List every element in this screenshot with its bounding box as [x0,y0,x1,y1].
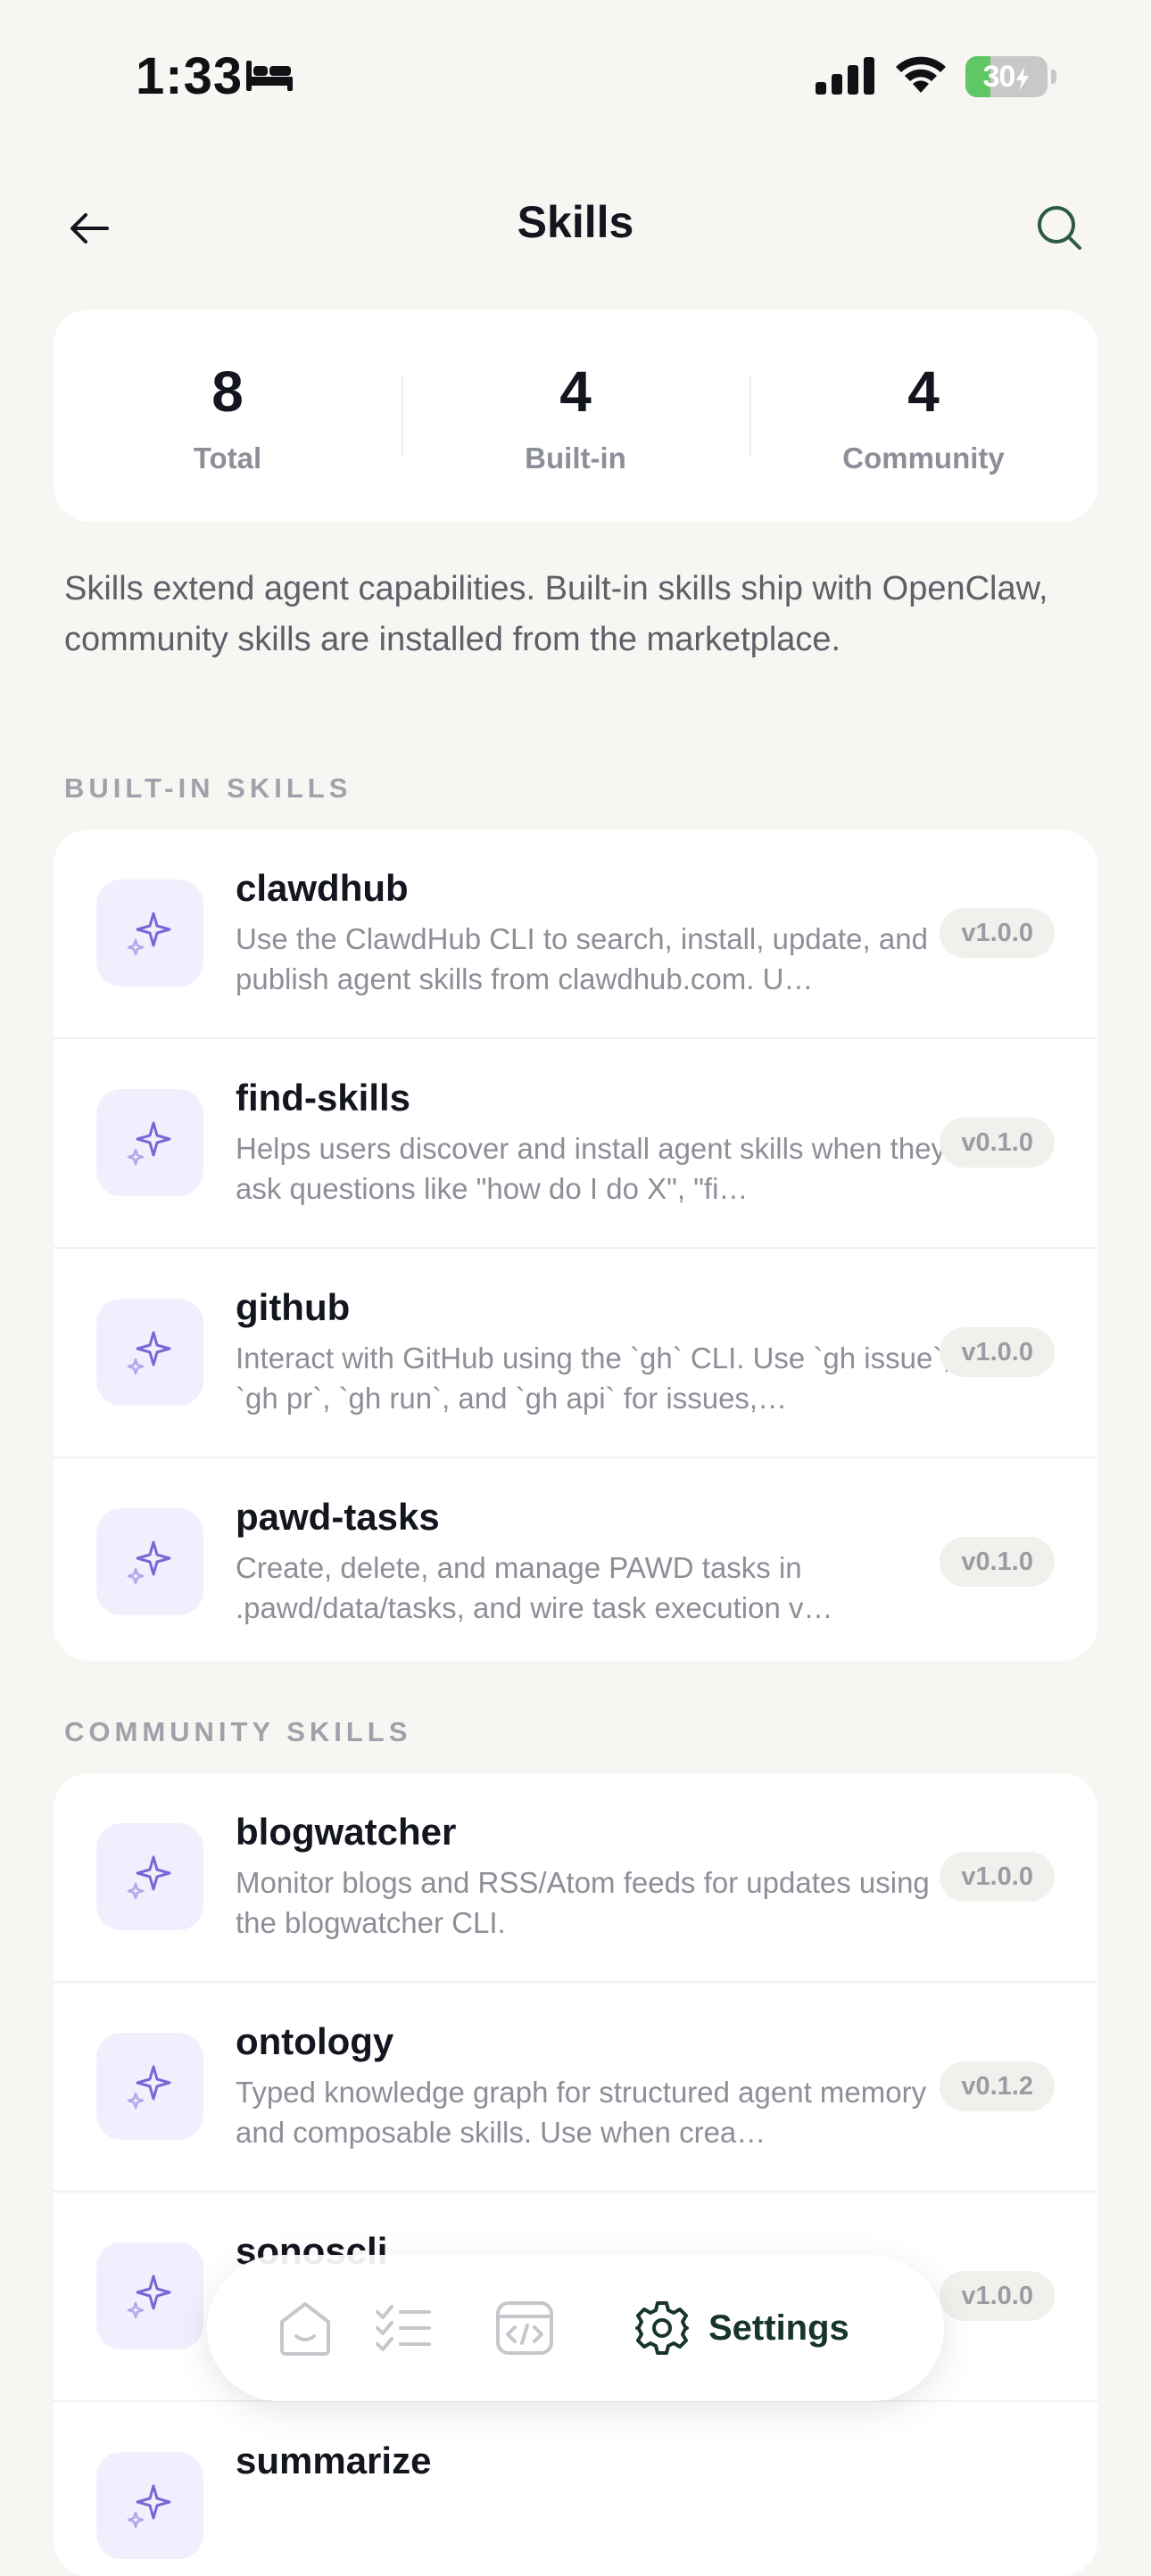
version-badge: v0.1.0 [940,1118,1055,1168]
stat-built-in: 4 Built-in [402,310,749,522]
header: Skills [0,178,1151,277]
version-badge: v1.0.0 [940,2271,1055,2321]
cellular-signal-icon [816,57,876,99]
skill-icon [96,1089,203,1196]
skill-name: find-skills [236,1077,411,1119]
skill-icon [96,1299,203,1406]
sparkle-icon [127,912,171,956]
sparkle-icon [127,1331,171,1375]
skill-row-summarize[interactable]: summarize [54,2402,1097,2576]
version-badge: v1.0.0 [940,908,1055,958]
sparkle-icon [127,1121,171,1166]
skill-name: clawdhub [236,867,409,909]
skill-name: blogwatcher [236,1811,457,1853]
code-window-icon [496,2301,553,2355]
skill-name: ontology [236,2020,394,2062]
skill-description: Monitor blogs and RSS/Atom feeds for upd… [236,1866,930,1939]
stat-value: 4 [907,359,940,424]
built-in-skills-list: clawdhub Use the ClawdHub CLI to search,… [54,830,1097,1661]
skill-description: Interact with GitHub using the `gh` CLI.… [236,1342,951,1415]
skill-description: Helps users discover and install agent s… [236,1132,947,1205]
section-header-built-in: BUILT-IN SKILLS [64,772,352,804]
skill-row-pawd-tasks[interactable]: pawd-tasks Create, delete, and manage PA… [54,1458,1097,1661]
tab-home[interactable] [261,2283,350,2373]
search-icon [1038,206,1081,250]
battery-percent: 30 [965,56,1047,97]
skill-row-find-skills[interactable]: find-skills Helps users discover and ins… [54,1039,1097,1249]
tab-settings-label: Settings [708,2308,849,2348]
sparkle-icon [127,2065,171,2110]
gear-icon [635,2301,689,2355]
skill-description: Create, delete, and manage PAWD tasks in… [236,1551,833,1624]
sparkle-icon [127,2275,171,2319]
status-bar: 1:33 30 [0,0,1151,152]
skill-row-ontology[interactable]: ontology Typed knowledge graph for struc… [54,1983,1097,2192]
community-skills-list: blogwatcher Monitor blogs and RSS/Atom f… [54,1773,1097,2576]
stats-card: 8 Total 4 Built-in 4 Community [54,310,1097,522]
stat-value: 8 [211,359,244,424]
tab-tasks[interactable] [350,2283,457,2373]
skills-description: Skills extend agent capabilities. Built-… [64,570,1048,658]
tab-code[interactable] [471,2283,578,2373]
skill-icon [96,1823,203,1930]
checklist-icon [376,2305,431,2351]
tab-settings[interactable]: Settings [633,2283,865,2373]
skill-row-blogwatcher[interactable]: blogwatcher Monitor blogs and RSS/Atom f… [54,1773,1097,1983]
section-header-community: COMMUNITY SKILLS [64,1716,412,1747]
skill-icon [96,2242,203,2349]
sleep-focus-icon [244,57,294,97]
stat-label: Community [842,442,1005,475]
home-icon [280,2302,330,2356]
skill-name: github [236,1286,351,1328]
version-badge: v0.1.2 [940,2061,1055,2111]
sparkle-icon [127,2484,171,2529]
skill-row-clawdhub[interactable]: clawdhub Use the ClawdHub CLI to search,… [54,830,1097,1039]
search-button[interactable] [1026,200,1094,257]
skill-name: summarize [236,2440,432,2481]
version-badge: v0.1.0 [940,1537,1055,1587]
version-badge: v1.0.0 [940,1852,1055,1902]
bottom-tab-bar: Settings [207,2255,944,2401]
skill-description: Typed knowledge graph for structured age… [236,2076,927,2149]
skill-name: pawd-tasks [236,1496,440,1538]
wifi-icon [893,54,948,99]
skill-icon [96,879,203,987]
stat-total: 8 Total [54,310,402,522]
battery-indicator: 30 [965,56,1047,97]
skill-description: Use the ClawdHub CLI to search, install,… [236,922,928,995]
skill-icon [96,2452,203,2559]
battery-cap [1051,70,1056,84]
skill-row-github[interactable]: github Interact with GitHub using the `g… [54,1249,1097,1458]
sparkle-icon [127,1540,171,1585]
skill-icon [96,1508,203,1615]
status-time: 1:33 [136,47,244,105]
stat-label: Total [193,442,262,475]
sparkle-icon [127,1855,171,1900]
skill-icon [96,2033,203,2140]
page-title: Skills [517,197,634,247]
stat-label: Built-in [525,442,626,475]
stat-value: 4 [559,359,592,424]
version-badge: v1.0.0 [940,1327,1055,1377]
stat-community: 4 Community [749,310,1097,522]
